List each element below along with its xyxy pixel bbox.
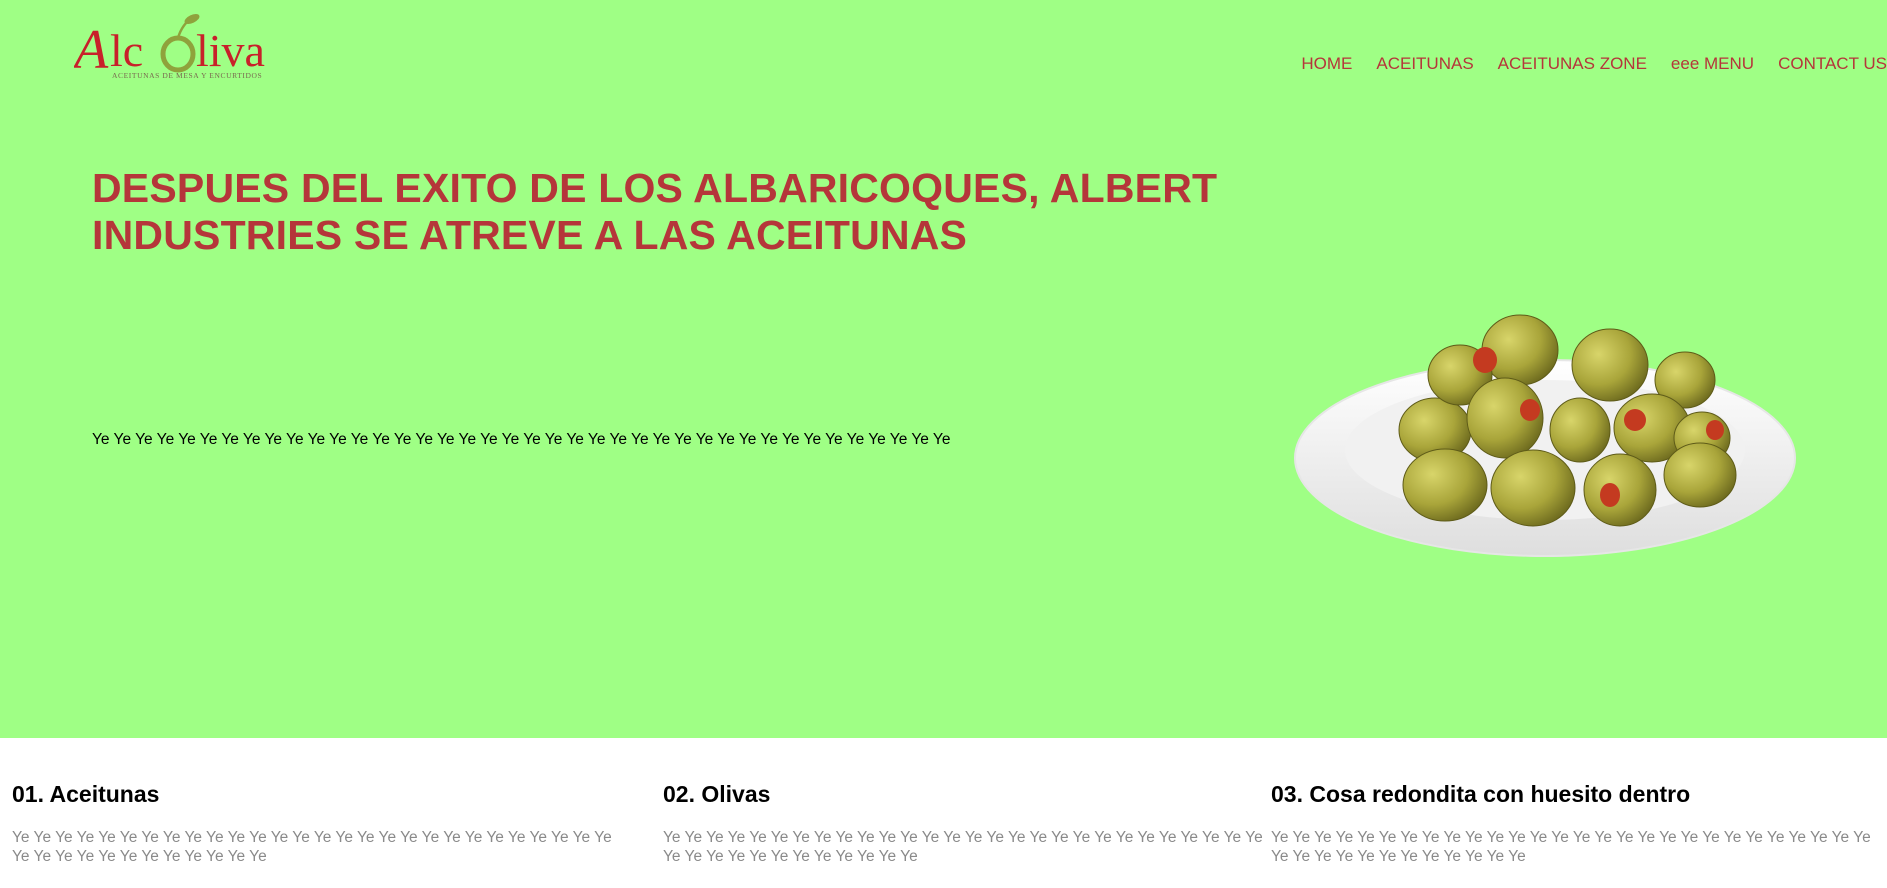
features-section: 01. Aceitunas Ye Ye Ye Ye Ye Ye Ye Ye Ye… <box>0 738 1887 888</box>
svg-text:lc: lc <box>110 25 143 76</box>
feature-card: 03. Cosa redondita con huesito dentro Ye… <box>1271 780 1887 866</box>
olive-bowl-image <box>1290 310 1800 580</box>
nav-item-menu[interactable]: eee MENU <box>1671 54 1754 74</box>
feature-title: 01. Aceitunas <box>12 781 160 807</box>
hero-headline: DESPUES DEL EXITO DE LOS ALBARICOQUES, A… <box>92 165 1252 259</box>
feature-card: 01. Aceitunas Ye Ye Ye Ye Ye Ye Ye Ye Ye… <box>12 780 632 866</box>
hero-headline-line-2: INDUSTRIES SE ATREVE A LAS ACEITUNAS <box>92 212 968 258</box>
feature-title: 02. Olivas <box>663 781 771 807</box>
nav-item-contact[interactable]: CONTACT US <box>1778 54 1887 74</box>
svg-text:A: A <box>74 19 109 81</box>
feature-text: Ye Ye Ye Ye Ye Ye Ye Ye Ye Ye Ye Ye Ye Y… <box>1271 829 1871 865</box>
feature-text: Ye Ye Ye Ye Ye Ye Ye Ye Ye Ye Ye Ye Ye Y… <box>12 829 612 865</box>
svg-text:liva: liva <box>196 25 265 76</box>
hero-headline-line-1: DESPUES DEL EXITO DE LOS ALBARICOQUES, A… <box>92 165 1218 211</box>
nav-item-aceitunas-zone[interactable]: ACEITUNAS ZONE <box>1498 54 1647 74</box>
site-logo[interactable]: A lc liva ACEITUNAS DE MESA Y ENCURTIDOS <box>74 10 274 90</box>
feature-card: 02. Olivas Ye Ye Ye Ye Ye Ye Ye Ye Ye Ye… <box>663 780 1283 866</box>
olive-bowl-icon <box>1294 314 1796 557</box>
hero-section: A lc liva ACEITUNAS DE MESA Y ENCURTIDOS… <box>0 0 1887 738</box>
nav-item-home[interactable]: HOME <box>1301 54 1352 74</box>
feature-title: 03. Cosa redondita con huesito dentro <box>1271 781 1691 807</box>
main-nav: HOME ACEITUNAS ACEITUNAS ZONE eee MENU C… <box>1301 54 1887 74</box>
nav-item-aceitunas[interactable]: ACEITUNAS <box>1376 54 1473 74</box>
hero-text: Ye Ye Ye Ye Ye Ye Ye Ye Ye Ye Ye Ye Ye Y… <box>92 431 951 448</box>
alcoliva-logo-icon: A lc liva ACEITUNAS DE MESA Y ENCURTIDOS <box>74 14 265 81</box>
feature-text: Ye Ye Ye Ye Ye Ye Ye Ye Ye Ye Ye Ye Ye Y… <box>663 829 1263 865</box>
svg-text:ACEITUNAS DE MESA Y ENCURTIDOS: ACEITUNAS DE MESA Y ENCURTIDOS <box>112 71 262 80</box>
